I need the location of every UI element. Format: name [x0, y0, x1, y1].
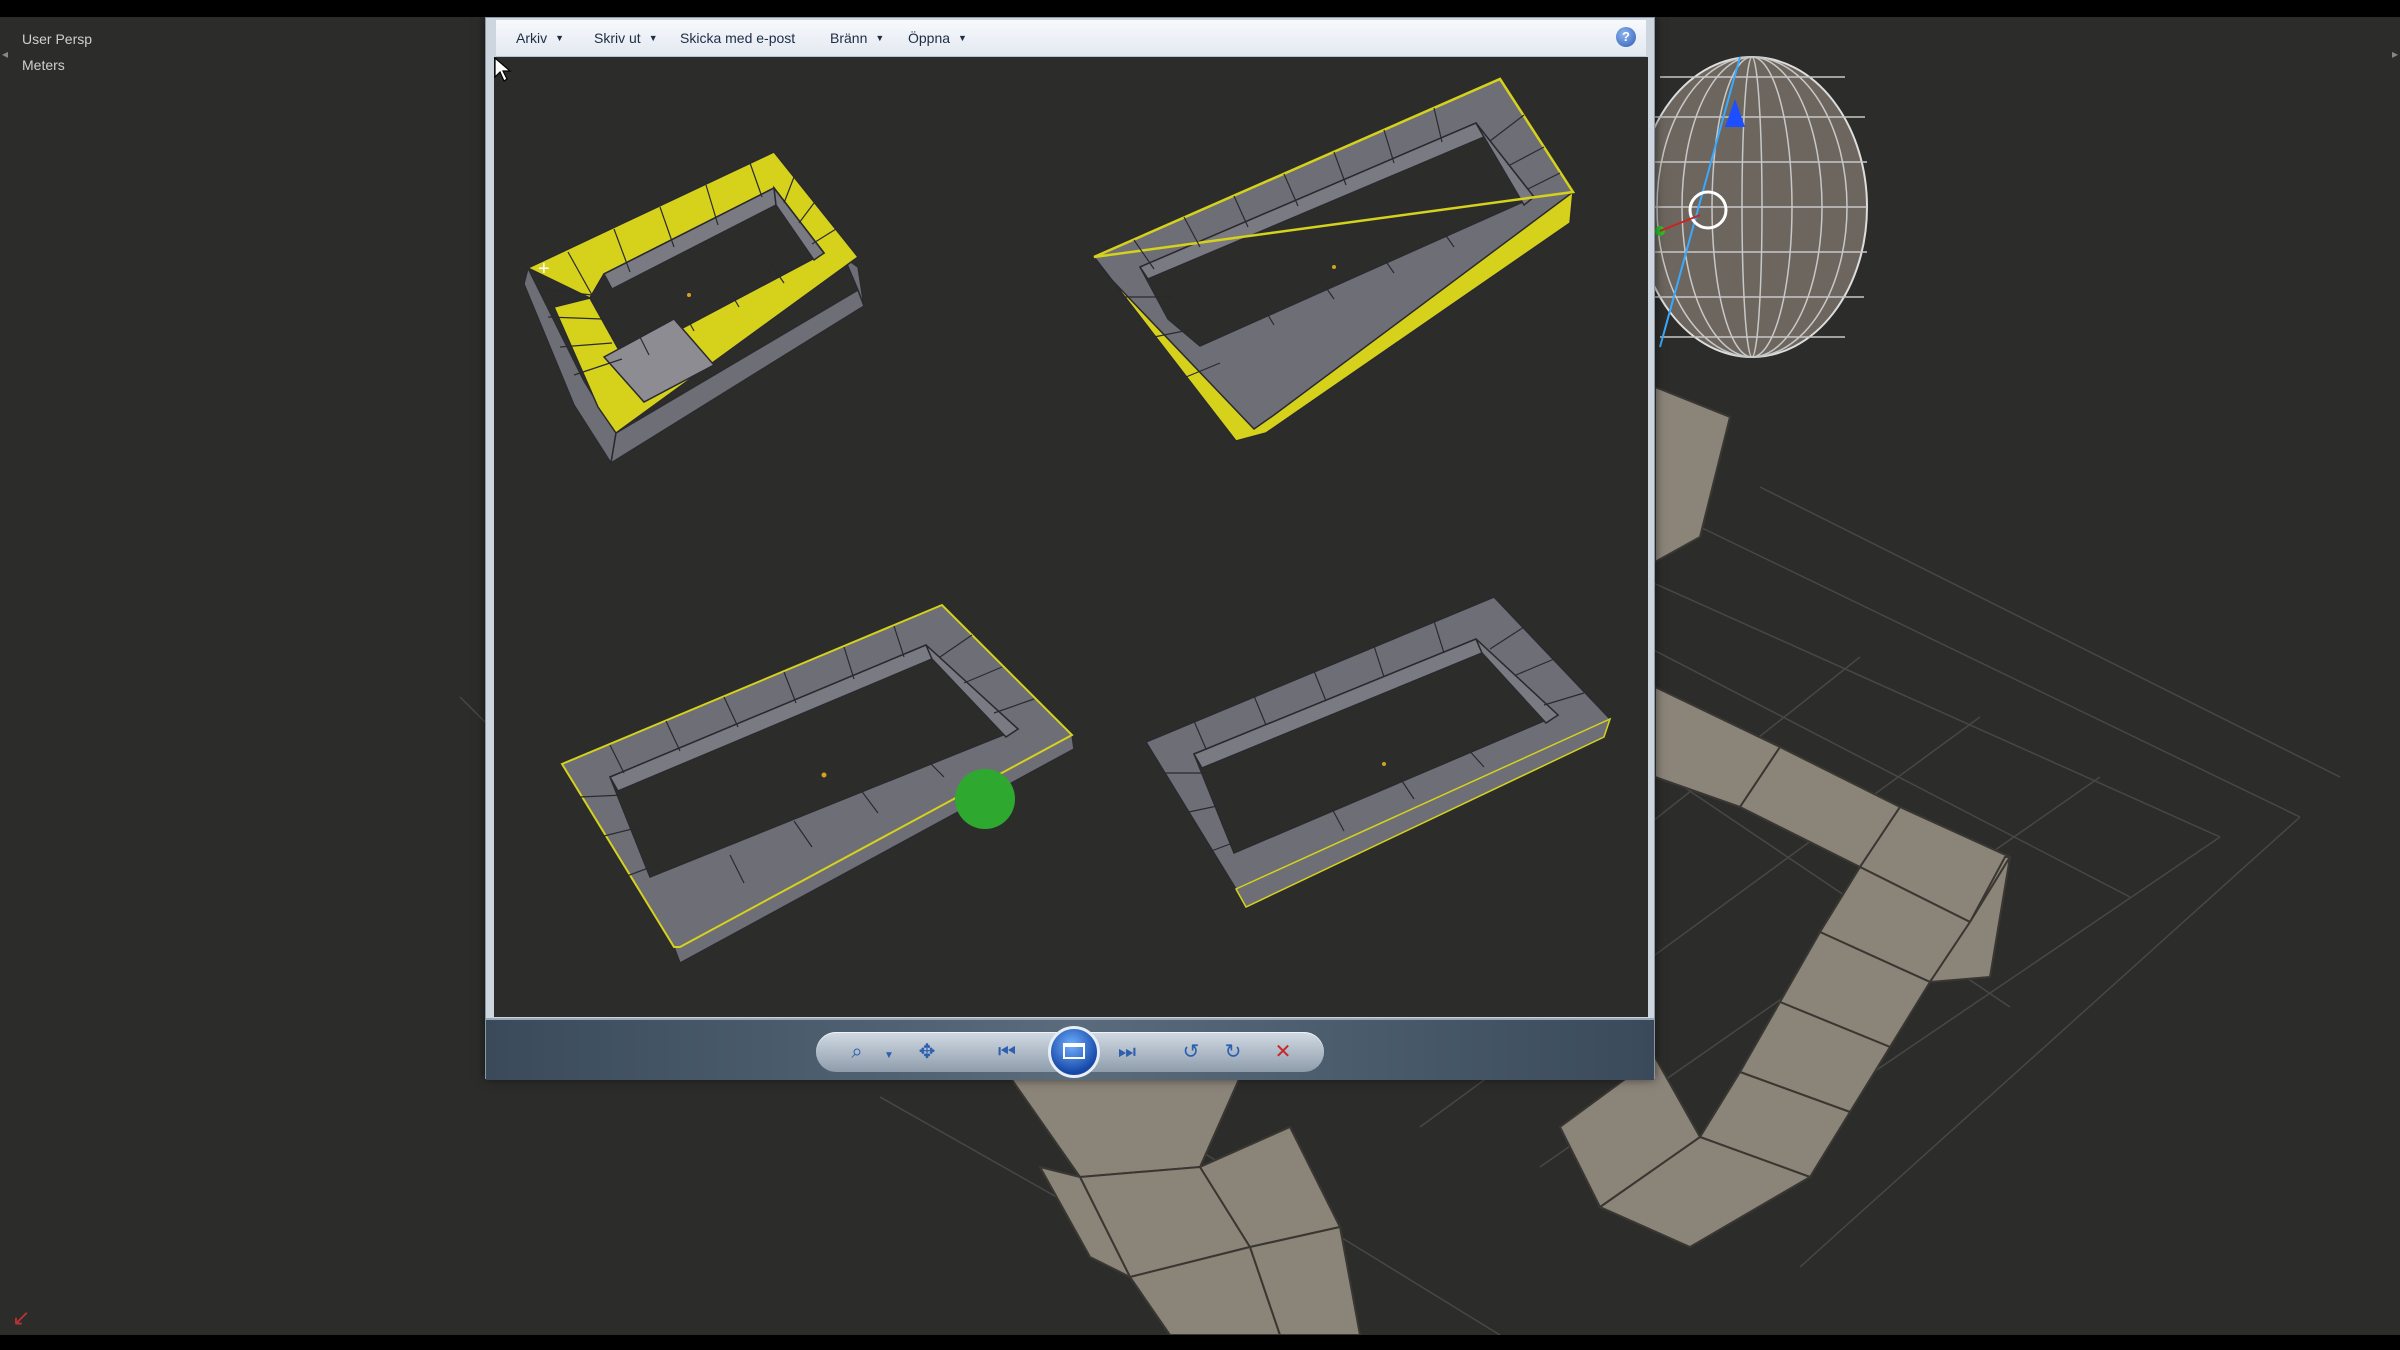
left-edge-arrow-icon: ◂: [2, 47, 9, 61]
mesh-top-left: +: [523, 151, 865, 466]
slideshow-button[interactable]: [1048, 1026, 1100, 1078]
3d-viewport[interactable]: ↙ User Persp Meters ◂ ▸ Arkiv ▼ Skriv ut ▼…: [0, 17, 2400, 1335]
next-icon[interactable]: ⏭: [1112, 1040, 1142, 1064]
viewport-view-label[interactable]: User Persp: [22, 31, 92, 47]
chevron-down-icon: ▼: [555, 33, 565, 43]
delete-icon[interactable]: ✕: [1268, 1040, 1298, 1064]
menu-label: Skriv ut: [594, 30, 641, 46]
pivot-marker-icon: +: [538, 258, 550, 280]
viewer-toolbar-controls: ⌕ ▼ ✥ ⏮ ⏭ ↺ ↻ ✕: [816, 1026, 1324, 1078]
right-edge-arrow-icon: ▸: [2391, 47, 2398, 61]
menu-branna[interactable]: Bränn ▼: [830, 30, 884, 46]
rotate-right-icon[interactable]: ↻: [1218, 1040, 1248, 1064]
menu-skicka-med-e-post[interactable]: Skicka med e-post: [680, 30, 795, 46]
chevron-down-icon: ▼: [648, 33, 658, 43]
menu-arkiv[interactable]: Arkiv ▼: [516, 30, 564, 46]
menu-label: Öppna: [908, 30, 951, 46]
viewer-menubar: Arkiv ▼ Skriv ut ▼ Skicka med e-post Bränn…: [496, 20, 1646, 57]
image-viewer-window[interactable]: Arkiv ▼ Skriv ut ▼ Skicka med e-post Bränn…: [485, 17, 1655, 1080]
actual-size-icon[interactable]: ✥: [912, 1040, 942, 1064]
zoom-icon[interactable]: ⌕: [842, 1040, 872, 1064]
chevron-down-icon: ▼: [958, 33, 967, 43]
menu-label: Skicka med e-post: [680, 30, 796, 46]
chevron-down-icon: ▼: [875, 33, 885, 43]
rotate-left-icon[interactable]: ↺: [1176, 1040, 1206, 1064]
slideshow-icon: [1063, 1043, 1085, 1059]
click-indicator: [955, 769, 1015, 829]
displayed-image: +: [523, 77, 1612, 965]
axis-tripod-icon: ↙: [12, 1305, 30, 1330]
menu-label: Bränn: [830, 30, 868, 46]
sphere-object: [1636, 56, 1868, 358]
viewer-toolbar: ⌕ ▼ ✥ ⏮ ⏭ ↺ ↻ ✕: [486, 1018, 1654, 1080]
menu-label: Arkiv: [516, 30, 548, 46]
mouse-cursor-icon: [494, 57, 512, 82]
help-icon[interactable]: ?: [1616, 27, 1636, 47]
menu-skriv-ut[interactable]: Skriv ut ▼: [594, 30, 658, 46]
mesh-top-right: [1092, 77, 1576, 442]
viewport-units-label: Meters: [22, 57, 65, 73]
previous-icon[interactable]: ⏮: [992, 1040, 1022, 1064]
viewer-image-area[interactable]: +: [494, 57, 1648, 1017]
zoom-dropdown-icon[interactable]: ▼: [874, 1044, 904, 1068]
mesh-bottom-right: [1144, 596, 1612, 908]
menu-oppna[interactable]: Öppna ▼: [908, 30, 967, 46]
